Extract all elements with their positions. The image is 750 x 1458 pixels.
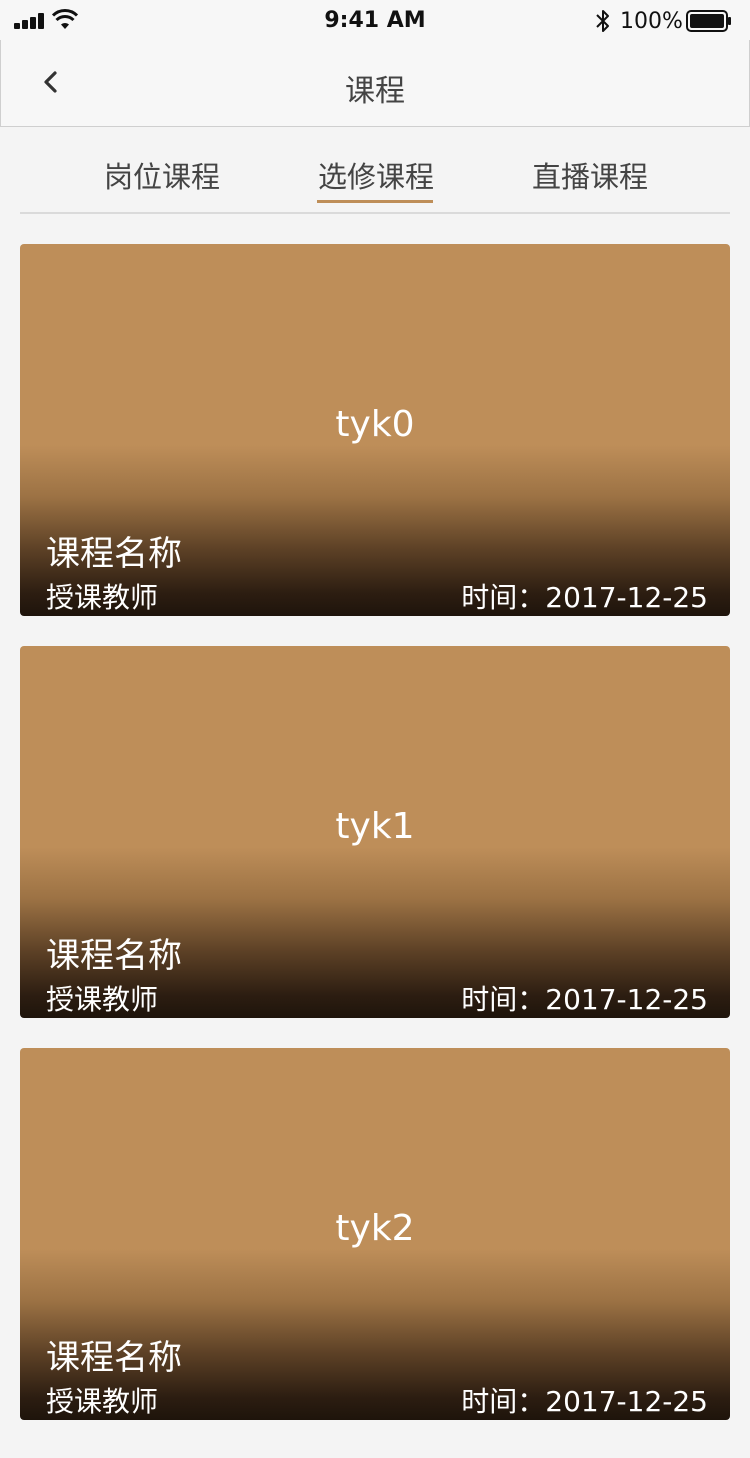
tab-live-courses[interactable]: 直播课程 [532,154,648,196]
course-cover-label: tyk2 [335,1208,415,1249]
course-name: 课程名称 [46,534,182,574]
course-time: 时间：2017-12-25 [461,1385,708,1418]
status-bar: 9:41 AM 100% [0,0,750,40]
course-card[interactable]: tyk0 课程名称 授课教师 时间：2017-12-25 [20,244,730,616]
course-teacher: 授课教师 [46,983,159,1016]
course-card[interactable]: tyk1 课程名称 授课教师 时间：2017-12-25 [20,646,730,1018]
battery-icon [686,10,731,32]
course-cover-label: tyk0 [335,404,415,445]
course-time: 时间：2017-12-25 [461,581,708,614]
navigation-bar: 课程 [0,40,750,127]
course-time: 时间：2017-12-25 [461,983,708,1016]
tab-job-courses[interactable]: 岗位课程 [104,154,220,196]
battery-percentage: 100% [620,9,683,34]
page-title: 课程 [345,74,405,109]
course-teacher: 授课教师 [46,1385,159,1418]
course-name: 课程名称 [46,936,182,976]
tab-elective-courses[interactable]: 选修课程 [318,154,434,196]
course-card[interactable]: tyk2 课程名称 授课教师 时间：2017-12-25 [20,1048,730,1420]
active-tab-indicator [317,200,433,203]
bluetooth-icon [596,10,609,32]
course-cover-label: tyk1 [335,806,415,847]
course-tabs: 岗位课程 选修课程 直播课程 [20,128,730,214]
course-name: 课程名称 [46,1338,182,1378]
course-teacher: 授课教师 [46,581,159,614]
